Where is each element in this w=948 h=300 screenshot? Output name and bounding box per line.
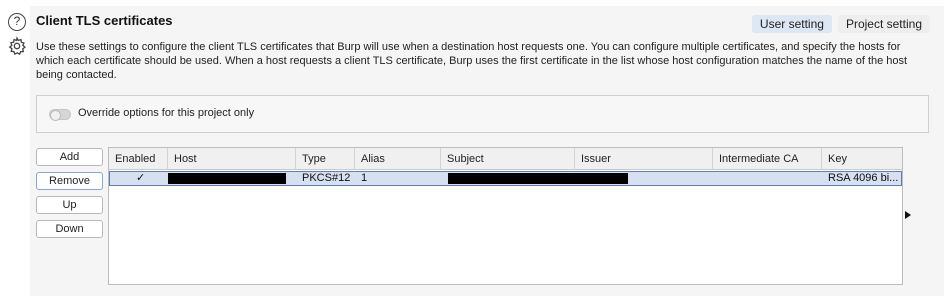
override-options-box: Override options for this project only bbox=[36, 95, 929, 133]
cell-key: RSA 4096 bi... bbox=[828, 172, 899, 184]
gear-icon[interactable] bbox=[7, 36, 27, 56]
column-header-key[interactable]: Key bbox=[821, 148, 902, 170]
column-header-enabled[interactable]: Enabled bbox=[109, 148, 167, 170]
column-header-host[interactable]: Host bbox=[167, 148, 295, 170]
cell-intermediate-ca bbox=[713, 172, 822, 185]
table-row[interactable]: ✓ PKCS#12 1 RSA 4096 bi... bbox=[109, 171, 902, 186]
column-header-type[interactable]: Type bbox=[295, 148, 354, 170]
client-tls-panel: ? Client TLS certificates User setting P… bbox=[0, 0, 948, 300]
override-label: Override options for this project only bbox=[78, 107, 255, 119]
up-button[interactable]: Up bbox=[36, 196, 103, 214]
section-description: Use these settings to configure the clie… bbox=[36, 41, 908, 81]
help-icon[interactable]: ? bbox=[8, 13, 26, 31]
table-header: Enabled Host Type Alias Subject Issuer I… bbox=[109, 148, 902, 170]
tab-user-setting[interactable]: User setting bbox=[751, 15, 832, 33]
enabled-checkmark[interactable]: ✓ bbox=[130, 172, 160, 185]
setting-scope-tabs: User setting Project setting bbox=[751, 15, 930, 33]
redacted-host bbox=[168, 173, 286, 184]
remove-button[interactable]: Remove bbox=[36, 172, 103, 190]
tab-project-setting[interactable]: Project setting bbox=[837, 15, 930, 33]
cell-type: PKCS#12 bbox=[302, 172, 351, 184]
redacted-subject-issuer bbox=[448, 173, 628, 184]
column-header-issuer[interactable]: Issuer bbox=[574, 148, 712, 170]
column-header-alias[interactable]: Alias bbox=[354, 148, 440, 170]
section-title: Client TLS certificates bbox=[36, 13, 173, 28]
column-header-subject[interactable]: Subject bbox=[440, 148, 574, 170]
column-header-intermediate-ca[interactable]: Intermediate CA bbox=[712, 148, 821, 170]
down-button[interactable]: Down bbox=[36, 220, 103, 238]
override-toggle[interactable] bbox=[49, 109, 71, 121]
expand-arrow-icon[interactable] bbox=[905, 211, 911, 219]
add-button[interactable]: Add bbox=[36, 148, 103, 166]
certificates-table[interactable]: Enabled Host Type Alias Subject Issuer I… bbox=[108, 147, 903, 285]
cell-alias: 1 bbox=[361, 172, 368, 184]
